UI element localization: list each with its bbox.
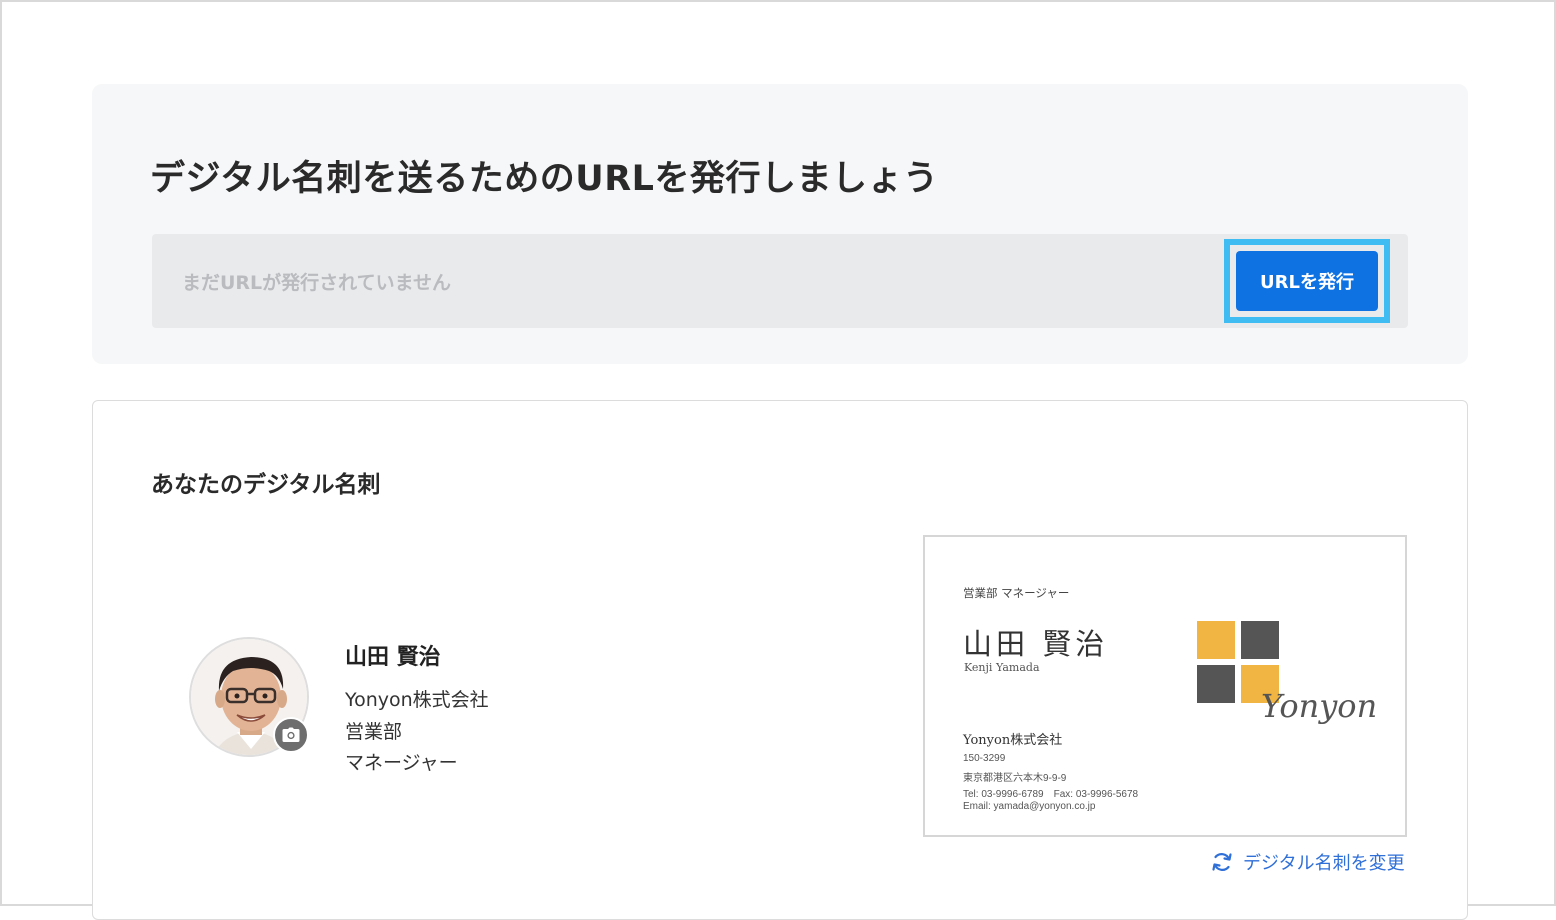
card-postal: 150-3299 bbox=[963, 753, 1006, 764]
company-logo-text: Yonyon bbox=[1261, 687, 1378, 725]
profile-name: 山田 賢治 bbox=[345, 645, 441, 670]
card-company: Yonyon株式会社 bbox=[963, 733, 1063, 748]
issue-url-button[interactable]: URLを発行 bbox=[1236, 251, 1378, 311]
card-name: 山田 賢治 bbox=[963, 627, 1109, 661]
url-section-title: デジタル名刺を送るためのURLを発行しましょう bbox=[150, 159, 939, 199]
profile-position: マネージャー bbox=[345, 752, 458, 774]
change-card-link[interactable]: デジタル名刺を変更 bbox=[1211, 849, 1405, 875]
camera-icon bbox=[282, 727, 300, 742]
card-section-heading: あなたのデジタル名刺 bbox=[151, 472, 381, 498]
url-issue-section: デジタル名刺を送るためのURLを発行しましょう まだURLが発行されていません … bbox=[92, 84, 1468, 364]
refresh-icon bbox=[1212, 853, 1232, 871]
url-display-field: まだURLが発行されていません URLを発行 bbox=[152, 234, 1408, 328]
app-frame: デジタル名刺を送るためのURLを発行しましょう まだURLが発行されていません … bbox=[0, 0, 1556, 920]
card-address: 東京都港区六本木9-9-9 bbox=[963, 773, 1067, 784]
card-title: 営業部 マネージャー bbox=[963, 586, 1070, 600]
card-email: Email: yamada@yonyon.co.jp bbox=[963, 801, 1096, 812]
profile-department: 営業部 bbox=[345, 721, 403, 743]
profile-avatar-wrap bbox=[189, 637, 309, 757]
digital-card-section: あなたのデジタル名刺 山田 賢治 Yonyon株式会社 営業部 マネージャー 営… bbox=[92, 400, 1468, 920]
url-placeholder-text: まだURLが発行されていません bbox=[182, 272, 452, 294]
card-roman-name: Kenji Yamada bbox=[964, 661, 1040, 674]
change-photo-button[interactable] bbox=[273, 717, 309, 753]
profile-company: Yonyon株式会社 bbox=[345, 689, 489, 711]
change-card-label: デジタル名刺を変更 bbox=[1243, 853, 1405, 874]
business-card-preview: 営業部 マネージャー 山田 賢治 Kenji Yamada Yonyon株式会社… bbox=[923, 535, 1407, 837]
card-tel-fax: Tel: 03-9996-6789 Fax: 03-9996-5678 bbox=[963, 789, 1139, 800]
